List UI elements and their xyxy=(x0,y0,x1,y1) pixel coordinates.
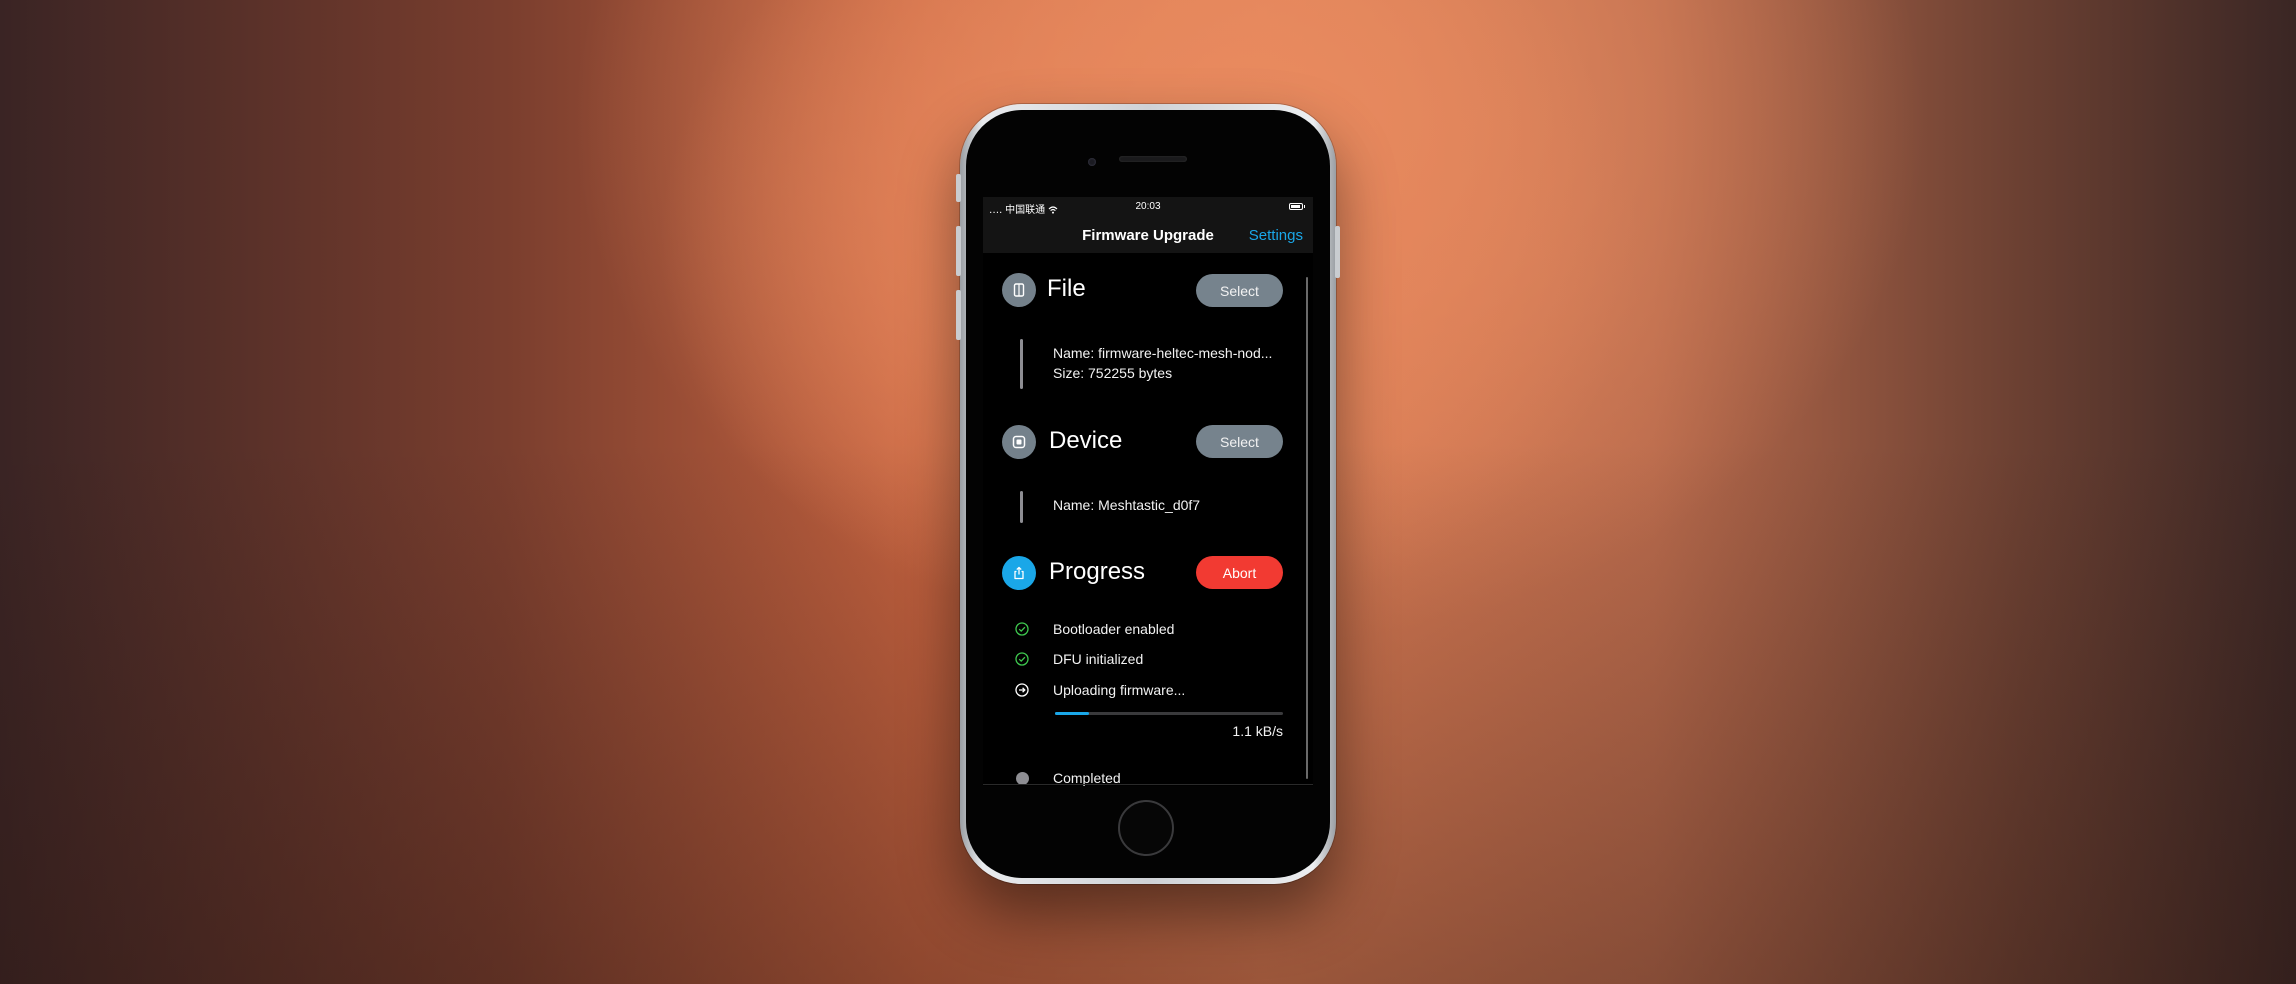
device-detail-bar xyxy=(1020,491,1023,523)
battery-icon xyxy=(1289,203,1305,210)
upload-progress-fill xyxy=(1055,712,1090,715)
select-file-button[interactable]: Select xyxy=(1196,274,1283,307)
select-device-button[interactable]: Select xyxy=(1196,425,1283,458)
home-button[interactable] xyxy=(1118,800,1174,856)
status-bar: ․․․․ 中国联通 20:03 xyxy=(983,197,1313,217)
scroll-indicator[interactable] xyxy=(1306,277,1308,779)
step-bootloader: Bootloader enabled xyxy=(1053,621,1175,637)
divider xyxy=(983,784,1313,785)
navigation-bar: Firmware Upgrade Settings xyxy=(983,217,1313,253)
checkmark-circle-icon xyxy=(1015,622,1029,636)
step-dfu: DFU initialized xyxy=(1053,651,1144,667)
volume-down-button xyxy=(956,290,961,340)
chip-icon xyxy=(1002,425,1036,459)
step-uploading: Uploading firmware... xyxy=(1053,682,1186,698)
checkmark-circle-icon xyxy=(1015,652,1029,666)
power-button xyxy=(1335,226,1340,278)
settings-button[interactable]: Settings xyxy=(1249,227,1303,244)
front-camera xyxy=(1088,158,1096,166)
mute-switch xyxy=(956,174,961,202)
abort-button[interactable]: Abort xyxy=(1196,556,1283,589)
progress-section-title: Progress xyxy=(1049,558,1146,585)
file-name: Name: firmware-heltec-mesh-nod... xyxy=(1053,345,1273,361)
device-section-title: Device xyxy=(1049,427,1123,454)
file-icon xyxy=(1002,273,1036,307)
device-name: Name: Meshtastic_d0f7 xyxy=(1053,497,1201,513)
upload-speed: 1.1 kB/s xyxy=(1232,723,1283,739)
earpiece-speaker xyxy=(1119,156,1187,162)
volume-up-button xyxy=(956,226,961,276)
upload-progress-bar xyxy=(1055,712,1283,715)
app-screen: ․․․․ 中国联通 20:03 Firmware Upgrade Setting… xyxy=(983,197,1313,786)
arrow-right-circle-icon xyxy=(1015,683,1029,697)
file-detail-bar xyxy=(1020,339,1023,389)
file-section-title: File xyxy=(1047,275,1086,302)
clock: 20:03 xyxy=(1135,201,1161,212)
share-upload-icon xyxy=(1002,556,1036,590)
file-size: Size: 752255 bytes xyxy=(1053,365,1173,381)
